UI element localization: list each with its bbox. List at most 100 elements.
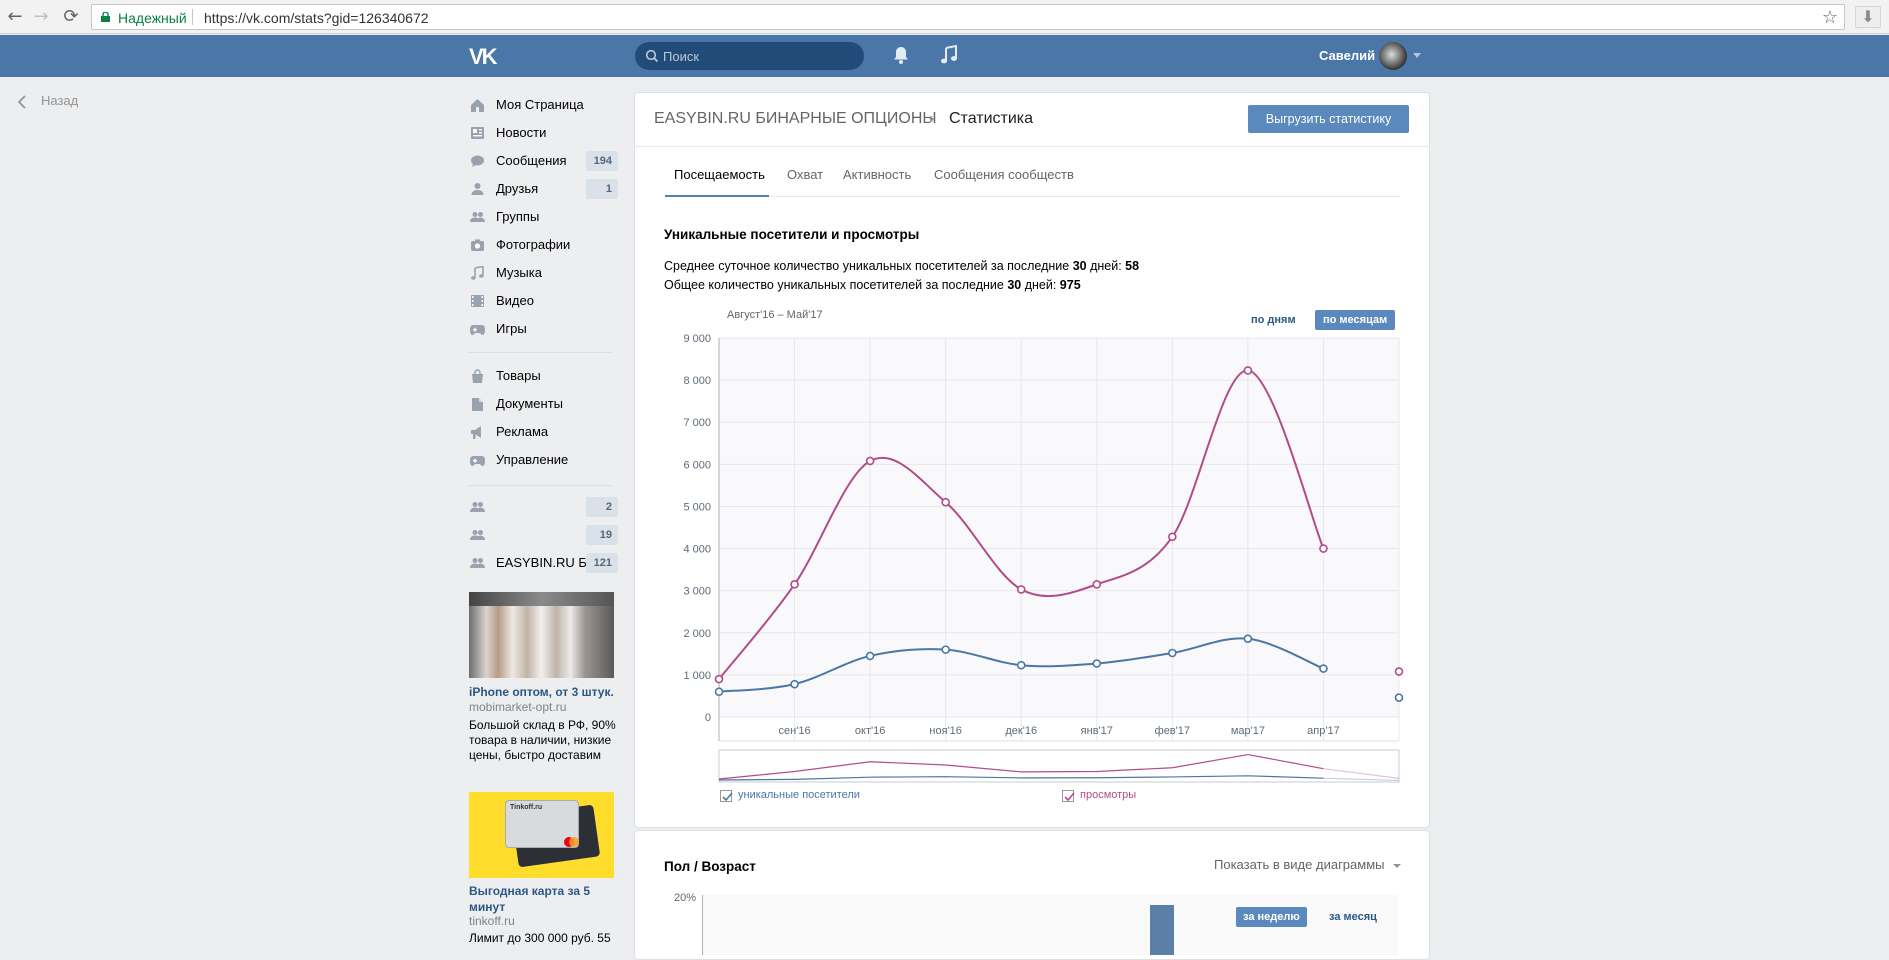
ad-title[interactable]: Выгодная карта за 5 минут	[469, 883, 619, 915]
chevron-left-icon[interactable]	[17, 95, 27, 109]
market-icon	[472, 369, 483, 383]
data-point[interactable]	[1168, 648, 1177, 658]
y-tick-label: 0	[705, 712, 711, 724]
search-input[interactable]	[663, 47, 853, 65]
music-note-icon[interactable]	[940, 45, 958, 65]
data-point[interactable]	[865, 651, 875, 661]
sidebar-item-music[interactable]: Музыка	[468, 261, 618, 285]
data-point[interactable]	[941, 645, 950, 654]
active-tab-indicator	[665, 195, 769, 197]
data-point[interactable]	[865, 456, 875, 466]
sidebar-item-label: Игры	[496, 321, 527, 336]
bell-icon[interactable]	[892, 45, 910, 65]
url-text[interactable]: https://vk.com/stats?gid=126340672	[204, 10, 429, 26]
chevron-down-icon[interactable]	[1393, 864, 1401, 868]
community-icon	[470, 530, 485, 540]
sidebar-item-video[interactable]: Видео	[468, 289, 618, 313]
ad-image-card[interactable]: Tinkoff.ru	[469, 792, 614, 878]
data-point[interactable]	[1016, 660, 1026, 670]
visits-chart[interactable]: 0 1 000 2 000 3 000 4 000 5 000 6 000 7 000 8 00…	[660, 325, 1410, 795]
vk-logo[interactable]: VK	[469, 44, 498, 70]
export-stats-button[interactable]: Выгрузить статистику	[1248, 105, 1409, 133]
data-point[interactable]	[1243, 366, 1253, 375]
per-week-button[interactable]: за неделю	[1236, 907, 1307, 927]
y-tick-label: 9 000	[683, 333, 711, 345]
chevron-down-icon[interactable]	[1413, 53, 1421, 58]
search-icon	[645, 49, 659, 63]
sidebar-item-news[interactable]: Новости	[468, 121, 618, 145]
checkbox-checked-icon[interactable]	[1062, 790, 1075, 802]
user-name[interactable]: Савелий	[1319, 48, 1375, 63]
data-point[interactable]	[1319, 664, 1328, 673]
games-icon	[470, 325, 485, 335]
data-point[interactable]	[1092, 580, 1102, 589]
y-axis-top-label: 20%	[674, 892, 697, 904]
forward-arrow-icon[interactable]: →	[30, 6, 52, 28]
per-month-button[interactable]: за месяц	[1322, 907, 1384, 927]
counter-badge: 121	[586, 553, 618, 573]
demographics-bar[interactable]	[1150, 905, 1174, 955]
sidebar-item-groups[interactable]: Группы	[468, 205, 618, 229]
data-point[interactable]	[941, 497, 950, 507]
home-icon	[471, 99, 484, 112]
tab-visits[interactable]: Посещаемость	[674, 167, 765, 182]
address-bar[interactable]: Надежный https://vk.com/stats?gid=126340…	[91, 4, 1845, 30]
sidebar-item-community[interactable]: EASYBIN.RU Б... 121	[468, 551, 618, 575]
community-icon	[470, 502, 485, 512]
back-arrow-icon[interactable]: ←	[4, 6, 26, 28]
sidebar-item-community[interactable]: 19	[468, 523, 618, 547]
data-point[interactable]	[790, 580, 799, 589]
bookmark-star-icon[interactable]: ☆	[1822, 7, 1838, 28]
sidebar-item-label: Управление	[496, 452, 569, 467]
card-brand: Tinkoff.ru	[510, 804, 543, 811]
sidebar-item-community[interactable]: 2	[468, 495, 618, 519]
download-extension-icon[interactable]: ⬇	[1855, 6, 1881, 28]
data-point[interactable]	[1016, 585, 1026, 594]
x-tick-label: окт'16	[855, 725, 885, 737]
avatar[interactable]	[1379, 42, 1407, 70]
friends-icon	[471, 183, 484, 195]
tab-reach[interactable]: Охват	[787, 167, 823, 182]
data-point[interactable]	[1092, 659, 1102, 668]
sidebar-item-label: Друзья	[496, 181, 539, 196]
x-tick-label: апр'17	[1307, 725, 1340, 737]
sidebar-item-home[interactable]: Моя Страница	[468, 93, 618, 117]
legend-label: уникальные посетители	[738, 789, 860, 801]
sidebar-item-ads[interactable]: Реклама	[468, 420, 618, 444]
sidebar-item-manage[interactable]: Управление	[468, 448, 618, 472]
ad-domain: tinkoff.ru	[469, 914, 515, 928]
data-point[interactable]	[1243, 634, 1253, 643]
site-header: VK Савелий	[0, 35, 1889, 77]
data-point[interactable]	[714, 674, 724, 684]
search-box[interactable]	[635, 42, 864, 70]
sidebar-item-docs[interactable]: Документы	[468, 392, 618, 416]
sidebar-item-market[interactable]: Товары	[468, 364, 618, 388]
data-point[interactable]	[714, 687, 724, 697]
sidebar-item-label: Группы	[496, 209, 540, 224]
data-point[interactable]	[1394, 693, 1404, 702]
show-as-chart-dropdown[interactable]: Показать в виде диаграммы	[1214, 857, 1385, 872]
y-tick-label: 5 000	[683, 501, 711, 513]
breadcrumb-group[interactable]: EASYBIN.RU БИНАРНЫЕ ОПЦИОНЫ	[654, 110, 937, 128]
ad-image-iphones[interactable]	[469, 592, 614, 678]
ad-title[interactable]: iPhone оптом, от 3 штук.	[469, 684, 619, 700]
checkbox-checked-icon[interactable]	[720, 790, 733, 802]
ad-domain: mobimarket-opt.ru	[469, 700, 567, 714]
reload-icon[interactable]: ⟳	[60, 6, 82, 28]
tab-community-messages[interactable]: Сообщения сообществ	[934, 167, 1074, 182]
data-point[interactable]	[1168, 532, 1177, 542]
lock-icon	[101, 12, 110, 22]
page-title: Статистика	[949, 110, 1034, 127]
data-point[interactable]	[1394, 667, 1404, 676]
breadcrumb-separator: ›	[929, 110, 935, 127]
back-link[interactable]: Назад	[41, 93, 78, 108]
sidebar-item-messages[interactable]: Сообщения 194	[468, 149, 618, 173]
data-point[interactable]	[790, 679, 799, 689]
x-tick-label: сен'16	[779, 725, 811, 737]
tab-activity[interactable]: Активность	[843, 167, 911, 182]
y-tick-label: 7 000	[683, 417, 711, 429]
sidebar-item-friends[interactable]: Друзья 1	[468, 177, 618, 201]
sidebar-item-photo[interactable]: Фотографии	[468, 233, 618, 257]
sidebar-item-games[interactable]: Игры	[468, 317, 618, 341]
data-point[interactable]	[1319, 544, 1328, 553]
